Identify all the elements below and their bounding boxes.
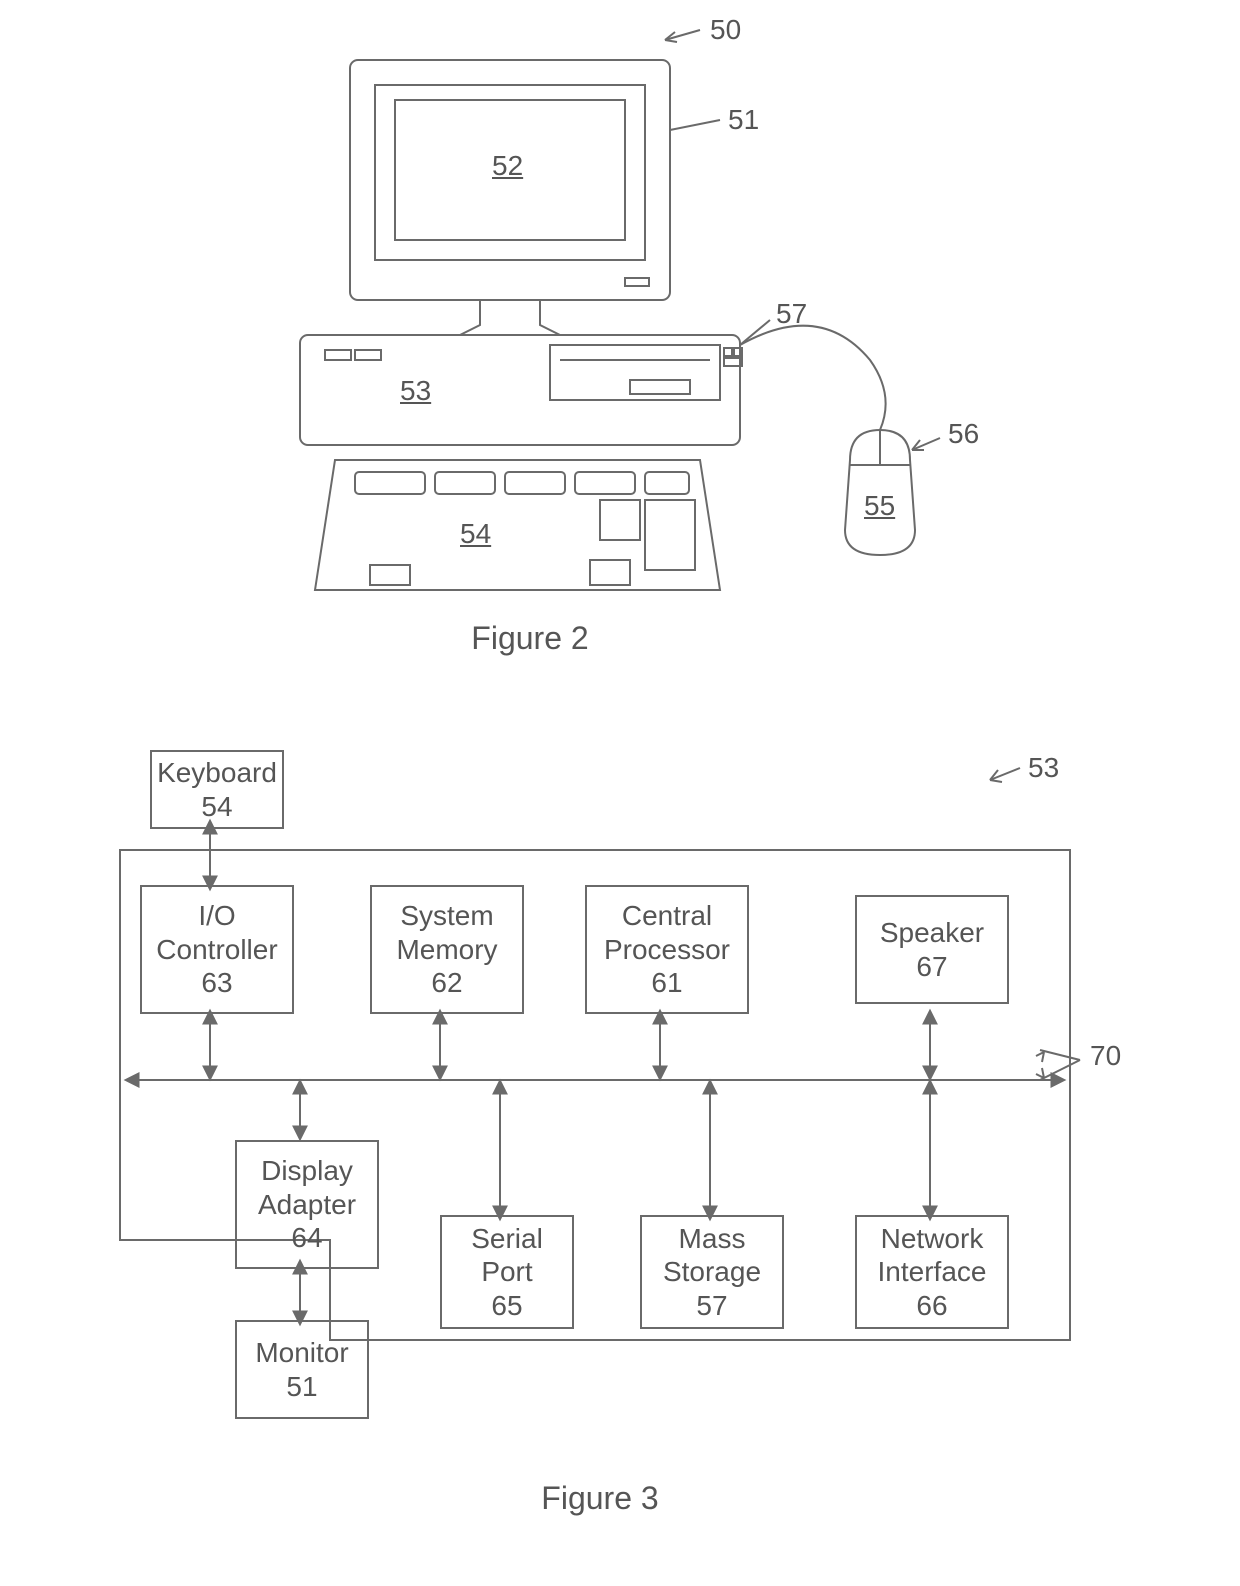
- box-io-num: 63: [142, 966, 292, 1000]
- box-speaker-num: 67: [857, 950, 1007, 984]
- box-net-num: 66: [857, 1289, 1007, 1323]
- box-display-num: 64: [237, 1221, 377, 1255]
- box-sysmem: System Memory 62: [370, 885, 524, 1014]
- box-cpu: Central Processor 61: [585, 885, 749, 1014]
- box-sysmem-title: System Memory: [372, 899, 522, 966]
- f3-label-53: 53: [1028, 752, 1059, 784]
- label-55: 55: [864, 490, 895, 522]
- label-56: 56: [948, 418, 979, 450]
- label-52: 52: [492, 150, 523, 182]
- box-display: Display Adapter 64: [235, 1140, 379, 1269]
- figure3-drawing: [0, 720, 1240, 1480]
- label-53: 53: [400, 375, 431, 407]
- box-net-title: Network Interface: [857, 1222, 1007, 1289]
- box-cpu-title: Central Processor: [587, 899, 747, 966]
- box-serial-title: Serial Port: [442, 1222, 572, 1289]
- figure3-caption: Figure 3: [500, 1480, 700, 1517]
- box-monitor: Monitor 51: [235, 1320, 369, 1419]
- box-mass: Mass Storage 57: [640, 1215, 784, 1329]
- box-speaker: Speaker 67: [855, 895, 1009, 1004]
- box-keyboard-num: 54: [152, 790, 282, 824]
- box-cpu-num: 61: [587, 966, 747, 1000]
- figure2-drawing: [0, 0, 1240, 660]
- box-keyboard: Keyboard 54: [150, 750, 284, 829]
- box-serial-num: 65: [442, 1289, 572, 1323]
- box-mass-title: Mass Storage: [642, 1222, 782, 1289]
- box-serial: Serial Port 65: [440, 1215, 574, 1329]
- box-net: Network Interface 66: [855, 1215, 1009, 1329]
- box-monitor-num: 51: [237, 1370, 367, 1404]
- box-io: I/O Controller 63: [140, 885, 294, 1014]
- box-keyboard-title: Keyboard: [152, 756, 282, 790]
- f3-label-70: 70: [1090, 1040, 1121, 1072]
- label-51: 51: [728, 104, 759, 136]
- box-io-title: I/O Controller: [142, 899, 292, 966]
- page: 50 51 52 57 53 56 55 54 Figure 2: [0, 0, 1240, 1586]
- box-mass-num: 57: [642, 1289, 782, 1323]
- box-speaker-title: Speaker: [857, 916, 1007, 950]
- label-50: 50: [710, 14, 741, 46]
- box-monitor-title: Monitor: [237, 1336, 367, 1370]
- label-57: 57: [776, 298, 807, 330]
- box-display-title: Display Adapter: [237, 1154, 377, 1221]
- box-sysmem-num: 62: [372, 966, 522, 1000]
- figure2-caption: Figure 2: [430, 620, 630, 657]
- label-54: 54: [460, 518, 491, 550]
